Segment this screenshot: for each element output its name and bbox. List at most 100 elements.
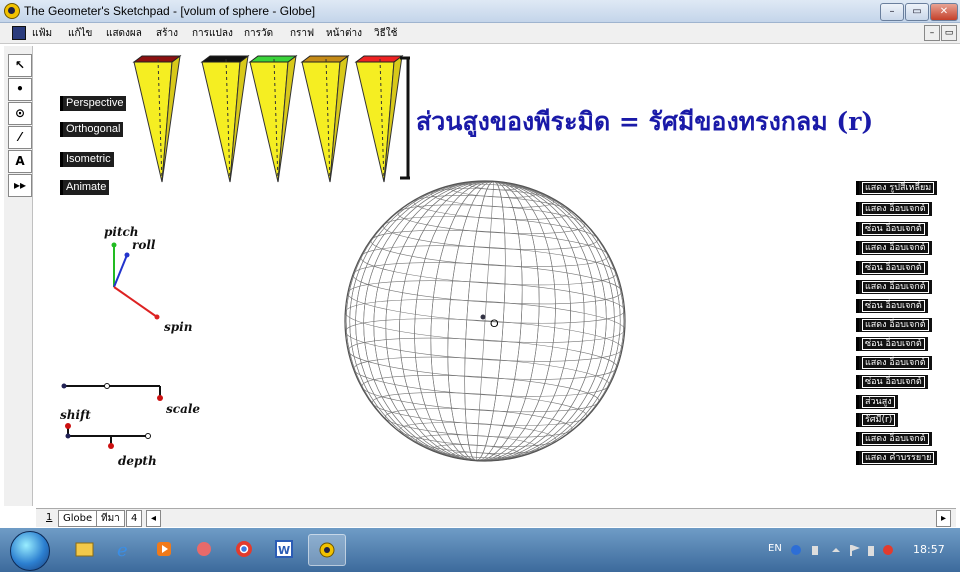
text-tool-icon[interactable]: A <box>8 150 32 173</box>
menu-display[interactable]: แสดงผล <box>106 26 142 41</box>
explorer-icon[interactable] <box>68 534 100 564</box>
pyramid-height-caption: ส่วนสูงของพีระมิด = รัศมีของทรงกลม (r) <box>416 107 874 136</box>
sketchpad-app-icon[interactable] <box>4 3 20 19</box>
menu-construct[interactable]: สร้าง <box>156 26 178 41</box>
sphere-center-point[interactable] <box>480 314 486 320</box>
object-toggle-label: แสดง อ็อบเจกต์ <box>862 357 929 369</box>
menu-measure[interactable]: การวัด <box>244 26 273 41</box>
object-toggle-button[interactable]: แสดง อ็อบเจกต์ <box>856 202 932 216</box>
menu-graph[interactable]: กราฟ <box>290 26 314 41</box>
object-toggle-button[interactable]: แสดง คำบรรยาย <box>856 451 938 465</box>
menu-file[interactable]: แฟ้ม <box>32 26 52 41</box>
page-tab-bar: 1 Globe ทีมา 4 ◂ ▸ <box>36 508 956 527</box>
object-toggle-button[interactable]: แสดง อ็อบเจกต์ <box>856 356 932 370</box>
custom-tool-icon[interactable]: ▸▸ <box>8 174 32 197</box>
sketchpad-task-icon[interactable] <box>308 534 346 566</box>
maximize-button[interactable]: ▭ <box>905 3 929 21</box>
sphere-center-label: O <box>490 318 499 330</box>
page-number: 1 <box>46 512 53 523</box>
object-toggle-button[interactable]: รัศมี(r) <box>856 413 899 427</box>
object-toggle-button[interactable]: ส่วนสูง <box>856 395 898 409</box>
scroll-right-button[interactable]: ▸ <box>936 510 952 527</box>
line-tool-icon[interactable]: ⁄ <box>8 126 32 149</box>
roll-label: roll <box>132 238 156 252</box>
object-toggle-button[interactable]: ซ่อน อ็อบเจกต์ <box>856 375 928 389</box>
object-toggle-button[interactable]: แสดง อ็อบเจกต์ <box>856 241 932 255</box>
roll-axis <box>113 254 128 288</box>
start-button[interactable] <box>10 531 50 571</box>
chrome-icon[interactable] <box>228 534 260 564</box>
svg-text:e: e <box>117 540 128 561</box>
object-toggle-label: ซ่อน อ็อบเจกต์ <box>862 262 925 274</box>
menu-bar: แฟ้ม แก้ไข แสดงผล สร้าง การแปลง การวัด ก… <box>0 23 960 44</box>
object-toggle-label: แสดง อ็อบเจกต์ <box>862 433 929 445</box>
minimize-button[interactable]: – <box>880 3 904 21</box>
arrow-tool-icon[interactable]: ↖ <box>8 54 32 77</box>
depth-slider-handle[interactable] <box>108 443 114 449</box>
object-toggle-button[interactable]: แสดง รูปสี่เหลี่ยม <box>856 181 938 195</box>
scroll-left-button[interactable]: ◂ <box>146 510 162 527</box>
object-toggle-button[interactable]: ซ่อน อ็อบเจกต์ <box>856 222 928 236</box>
toolbox: ↖ • ⊙ ⁄ A ▸▸ <box>4 46 33 506</box>
point-tool-icon[interactable]: • <box>8 78 32 101</box>
document-icon[interactable] <box>12 26 26 40</box>
object-toggle-button[interactable]: แสดง อ็อบเจกต์ <box>856 432 932 446</box>
close-button[interactable]: ✕ <box>930 3 958 21</box>
clock[interactable]: 18:57 <box>913 543 945 556</box>
pyramid <box>300 54 350 183</box>
compass-tool-icon[interactable]: ⊙ <box>8 102 32 125</box>
object-toggle-button[interactable]: ซ่อน อ็อบเจกต์ <box>856 299 928 313</box>
object-toggle-button[interactable]: แสดง อ็อบเจกต์ <box>856 318 932 332</box>
perspective-button[interactable]: Perspective <box>60 96 127 111</box>
roll-handle[interactable] <box>124 252 130 258</box>
paint-icon[interactable] <box>188 534 220 564</box>
object-toggle-label: ซ่อน อ็อบเจกต์ <box>862 338 925 350</box>
object-toggle-label: แสดง อ็อบเจกต์ <box>862 242 929 254</box>
svg-text:W: W <box>278 544 290 557</box>
object-toggle-label: รัศมี(r) <box>862 414 896 426</box>
wireframe-sphere[interactable] <box>340 176 630 466</box>
scale-slider-handle[interactable] <box>157 395 163 401</box>
pyramid <box>200 54 250 183</box>
pyramid <box>354 54 404 183</box>
scale-slider-start <box>61 383 67 389</box>
object-toggle-button[interactable]: ซ่อน อ็อบเจกต์ <box>856 261 928 275</box>
animate-button[interactable]: Animate <box>60 180 110 195</box>
menu-edit[interactable]: แก้ไข <box>68 26 92 41</box>
menu-window[interactable]: หน้าต่าง <box>326 26 362 41</box>
pyramid <box>248 54 298 183</box>
pyramids-figure <box>132 54 410 183</box>
object-toggle-button[interactable]: แสดง อ็อบเจกต์ <box>856 280 932 294</box>
tab-globe[interactable]: Globe <box>58 510 98 527</box>
isometric-button[interactable]: Isometric <box>60 152 114 167</box>
object-toggle-label: แสดง อ็อบเจกต์ <box>862 281 929 293</box>
scale-label: scale <box>166 402 201 416</box>
doc-minimize-button[interactable]: – <box>924 25 940 41</box>
system-tray-icons[interactable] <box>788 540 898 560</box>
media-player-icon[interactable] <box>148 534 180 564</box>
menu-help[interactable]: วิธีใช้ <box>374 26 397 41</box>
tab-source[interactable]: ทีมา <box>96 510 125 527</box>
object-toggle-label: แสดง อ็อบเจกต์ <box>862 203 929 215</box>
orthogonal-button[interactable]: Orthogonal <box>60 122 124 137</box>
shift-label: shift <box>60 408 91 422</box>
word-icon[interactable]: W <box>268 534 300 564</box>
spin-handle[interactable] <box>154 314 160 320</box>
pitch-handle[interactable] <box>111 242 117 248</box>
spin-axis <box>113 286 158 318</box>
window-title: The Geometer's Sketchpad - [volum of sph… <box>24 4 316 18</box>
spin-label: spin <box>164 320 193 334</box>
object-toggle-label: แสดง อ็อบเจกต์ <box>862 319 929 331</box>
depth-label: depth <box>118 454 157 468</box>
internet-explorer-icon[interactable]: e <box>108 534 140 564</box>
pitch-label: pitch <box>104 225 139 239</box>
input-language[interactable]: EN <box>768 543 782 554</box>
scale-slider-mid <box>104 383 110 389</box>
doc-restore-button[interactable]: ▭ <box>941 25 957 41</box>
object-toggle-label: แสดง คำบรรยาย <box>862 452 935 464</box>
menu-transform[interactable]: การแปลง <box>192 26 233 41</box>
shift-slider-handle[interactable] <box>65 423 71 429</box>
windows-taskbar: e W EN 18:57 <box>0 528 960 572</box>
object-toggle-button[interactable]: ซ่อน อ็อบเจกต์ <box>856 337 928 351</box>
tab-page-4[interactable]: 4 <box>126 510 143 527</box>
